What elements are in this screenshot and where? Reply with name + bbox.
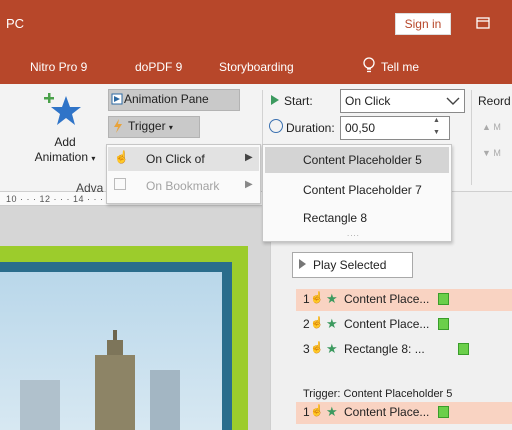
animation-pane-label: Animation Pane (124, 92, 209, 106)
play-icon (299, 259, 306, 269)
move-earlier-label: M (493, 122, 501, 132)
submenu-item-content-placeholder-7[interactable]: Content Placeholder 7 (303, 183, 422, 197)
submenu-arrow-icon: ▶ (245, 152, 253, 163)
move-later-button: ▼ M (482, 148, 501, 158)
move-later-label: M (493, 148, 501, 158)
sign-in-button[interactable]: Sign in (395, 13, 451, 35)
move-earlier-button: ▲ M (482, 122, 501, 132)
duration-input-value: 00,50 (345, 121, 376, 135)
trigger-label: Trigger ▾ (128, 119, 173, 133)
mouse-click-icon: ☝ (310, 342, 324, 354)
spin-up-icon[interactable]: ▲ (433, 117, 440, 124)
tab-dopdf[interactable]: doPDF 9 (135, 60, 182, 74)
tower-top (107, 340, 123, 356)
reorder-animation-label: Reord (478, 94, 511, 108)
mouse-click-icon: ☝ (310, 292, 324, 304)
on-click-of-label: On Click of (146, 152, 205, 166)
mouse-click-icon: ☝ (310, 405, 324, 417)
tab-nitro-pro[interactable]: Nitro Pro 9 (30, 60, 87, 74)
building-shape (150, 370, 180, 430)
tower-building (95, 355, 135, 430)
submenu-arrow-icon: ▶ (245, 179, 253, 190)
start-dropdown-value: On Click (345, 94, 391, 108)
add-animation-label-line1: Add (54, 135, 76, 149)
clock-icon (269, 119, 283, 133)
add-animation-label-line2: Animation (34, 150, 88, 164)
animation-item-label: Rectangle 8: ... (344, 342, 425, 356)
lightning-bolt-icon (113, 119, 123, 136)
entrance-effect-star-icon: ★ (326, 316, 338, 331)
timing-bar (438, 318, 449, 330)
window-title: PC (6, 16, 25, 31)
play-start-icon (271, 95, 279, 105)
submenu-item-content-placeholder-5[interactable]: Content Placeholder 5 (303, 153, 422, 167)
animation-order-number: 1 (303, 405, 310, 419)
play-selected-label: Play Selected (313, 258, 387, 272)
on-bookmark-label: On Bookmark (146, 179, 220, 193)
lightbulb-icon[interactable] (362, 57, 376, 75)
entrance-effect-star-icon: ★ (326, 404, 338, 419)
animation-order-number: 2 (303, 317, 310, 331)
animation-item-label: Content Place... (344, 292, 430, 306)
add-animation-star-icon[interactable] (44, 90, 84, 128)
animation-pane-icon (111, 93, 123, 108)
timing-bar (438, 293, 449, 305)
submenu-resize-grip[interactable]: .... (347, 229, 360, 238)
animation-order-number: 3 (303, 342, 310, 356)
timing-bar (458, 343, 469, 355)
chevron-down-icon: ▾ (91, 154, 96, 163)
building-shape (20, 380, 60, 430)
animation-item-label: Content Place... (344, 317, 430, 331)
entrance-effect-star-icon: ★ (326, 341, 338, 356)
entrance-effect-star-icon: ★ (326, 291, 338, 306)
bookmark-icon (114, 178, 126, 190)
animation-order-number: 1 (303, 292, 310, 306)
chevron-down-icon[interactable] (443, 91, 463, 111)
submenu-item-rectangle-8[interactable]: Rectangle 8 (303, 211, 367, 225)
mouse-click-icon: ☝ (310, 317, 324, 329)
mouse-click-icon: ☝ (114, 150, 129, 164)
timing-bar (438, 406, 449, 418)
spin-down-icon[interactable]: ▼ (433, 129, 440, 136)
start-label: Start: (284, 94, 313, 108)
tab-storyboarding[interactable]: Storyboarding (219, 60, 294, 74)
add-animation-button[interactable]: Add Animation ▾ (30, 135, 100, 166)
chevron-down-icon: ▾ (168, 123, 173, 132)
tell-me-search[interactable]: Tell me (381, 60, 419, 74)
duration-label: Duration: (286, 121, 335, 135)
trigger-section-header: Trigger: Content Placeholder 5 (303, 388, 453, 400)
animation-item-label: Content Place... (344, 405, 430, 419)
restore-window-icon[interactable] (474, 14, 492, 32)
ribbon-separator (471, 90, 472, 185)
